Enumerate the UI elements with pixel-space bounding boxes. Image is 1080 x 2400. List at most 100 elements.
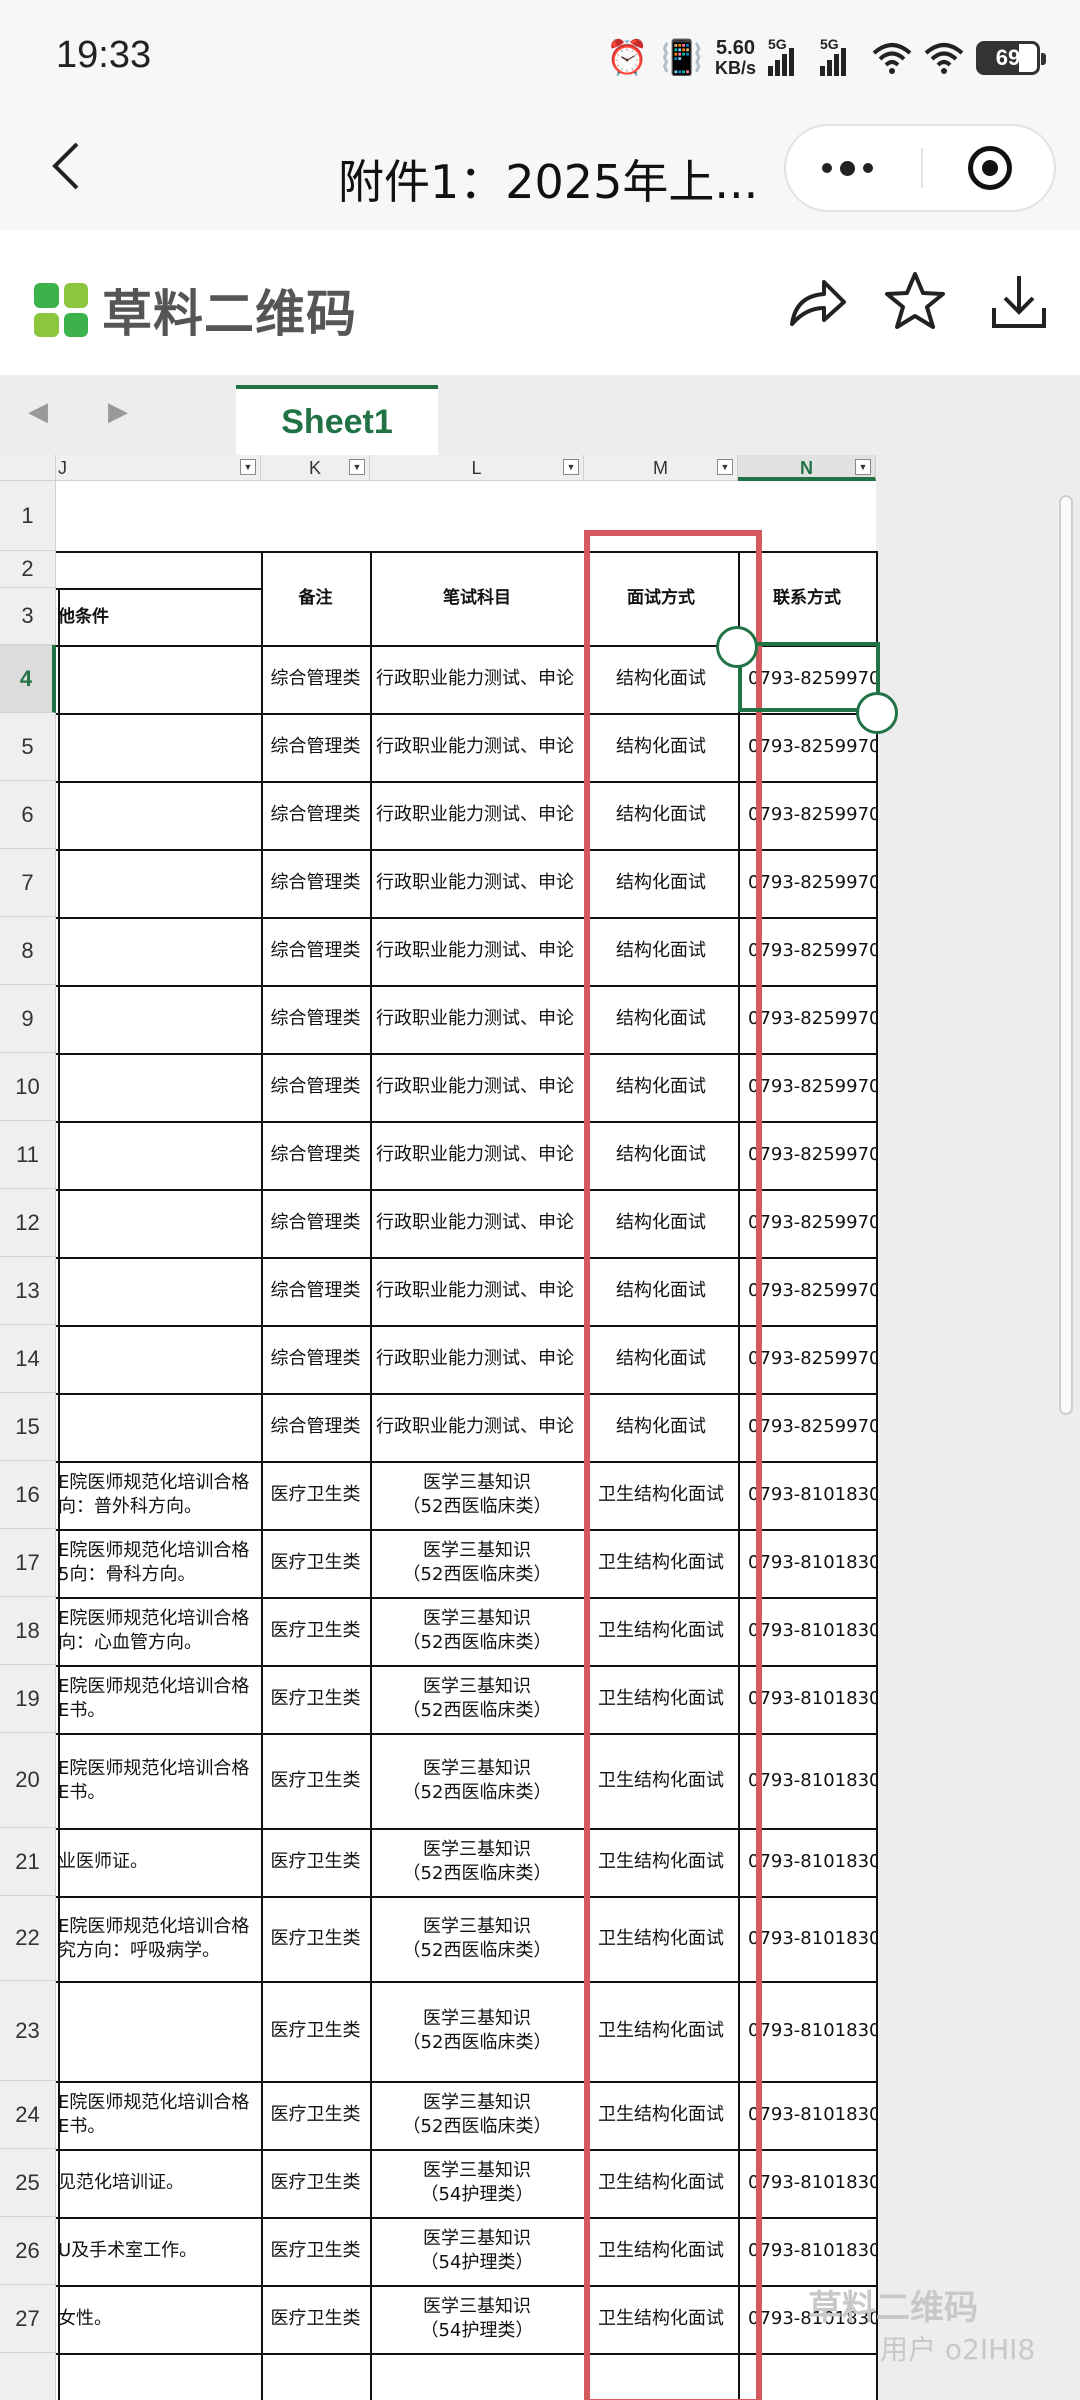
row-header[interactable]: 16 — [0, 1461, 56, 1529]
cell-j[interactable] — [56, 985, 261, 1053]
cell-k[interactable] — [261, 2353, 370, 2400]
cell-k[interactable]: 综合管理类 — [261, 985, 370, 1053]
cell-j[interactable] — [56, 1053, 261, 1121]
cell-l[interactable]: 医学三基知识 （54护理类） — [370, 2217, 584, 2285]
row-header[interactable]: 9 — [0, 985, 56, 1053]
row-header[interactable]: 24 — [0, 2081, 56, 2149]
cell-l[interactable]: 行政职业能力测试、申论 — [370, 917, 584, 985]
cell-j[interactable] — [56, 713, 261, 781]
cell-j[interactable] — [56, 1189, 261, 1257]
row-header[interactable]: 17 — [0, 1529, 56, 1597]
cell-k[interactable]: 综合管理类 — [261, 1325, 370, 1393]
cell-j[interactable] — [56, 917, 261, 985]
cell-j[interactable]: E院医师规范化培训合格 究方向：呼吸病学。 — [56, 1896, 261, 1981]
share-icon[interactable] — [784, 268, 850, 334]
cell-j[interactable] — [56, 1981, 261, 2081]
cell-l[interactable]: 医学三基知识 （52西医临床类） — [370, 2081, 584, 2149]
row-header[interactable]: 23 — [0, 1981, 56, 2081]
row-header[interactable]: 6 — [0, 781, 56, 849]
cell-k[interactable]: 医疗卫生类 — [261, 1665, 370, 1733]
select-all-corner[interactable] — [0, 455, 56, 481]
cell-l[interactable]: 行政职业能力测试、申论 — [370, 985, 584, 1053]
cell-k[interactable]: 医疗卫生类 — [261, 2081, 370, 2149]
cell-l[interactable]: 医学三基知识 （52西医临床类） — [370, 1896, 584, 1981]
cell-l[interactable]: 行政职业能力测试、申论 — [370, 1393, 584, 1461]
cell-j[interactable]: 业医师证。 — [56, 1828, 261, 1896]
cell-j[interactable] — [56, 781, 261, 849]
header-cell-k[interactable]: 备注 — [261, 551, 370, 645]
row-header[interactable] — [0, 2353, 56, 2400]
star-icon[interactable] — [882, 268, 948, 334]
tab-sheet1[interactable]: Sheet1 — [236, 385, 438, 455]
cell-k[interactable]: 综合管理类 — [261, 1189, 370, 1257]
cell-l[interactable]: 医学三基知识 （52西医临床类） — [370, 1733, 584, 1828]
row-header[interactable]: 2 — [0, 551, 56, 588]
cell-j[interactable] — [56, 1393, 261, 1461]
cell-j[interactable]: E院医师规范化培训合格 E书。 — [56, 1733, 261, 1828]
cell-k[interactable]: 医疗卫生类 — [261, 2149, 370, 2217]
cell-k[interactable]: 综合管理类 — [261, 713, 370, 781]
cell-k[interactable]: 综合管理类 — [261, 1257, 370, 1325]
row-header[interactable]: 18 — [0, 1597, 56, 1665]
row-header[interactable]: 20 — [0, 1733, 56, 1828]
row-header[interactable]: 26 — [0, 2217, 56, 2285]
row-header[interactable]: 22 — [0, 1896, 56, 1981]
row-header[interactable]: 8 — [0, 917, 56, 985]
back-button[interactable] — [36, 136, 96, 196]
cell-j[interactable]: E院医师规范化培训合格 向：心血管方向。 — [56, 1597, 261, 1665]
cell-l[interactable] — [370, 2353, 584, 2400]
cell-j[interactable]: E院医师规范化培训合格 向：普外科方向。 — [56, 1461, 261, 1529]
row-header[interactable]: 19 — [0, 1665, 56, 1733]
cell-k[interactable]: 医疗卫生类 — [261, 2217, 370, 2285]
row-header[interactable]: 10 — [0, 1053, 56, 1121]
cell-l[interactable]: 行政职业能力测试、申论 — [370, 1325, 584, 1393]
row-header[interactable]: 1 — [0, 481, 56, 551]
cell-k[interactable]: 医疗卫生类 — [261, 1828, 370, 1896]
cell-k[interactable]: 综合管理类 — [261, 645, 370, 713]
spreadsheet[interactable]: J ▼ K ▼ L ▼ M ▼ N ▼ 1 2 3 4 5 6 7 8 9 10 11 12 13 14 15 16 17 18 19… — [0, 455, 1080, 2400]
next-sheet-icon[interactable]: ▶ — [108, 397, 128, 427]
cell-j[interactable]: 见范化培训证。 — [56, 2149, 261, 2217]
cell-k[interactable]: 综合管理类 — [261, 1053, 370, 1121]
cell-k[interactable]: 医疗卫生类 — [261, 1981, 370, 2081]
cell-j[interactable]: ]；取得执业医师资格证 — [56, 2353, 261, 2400]
cell-l[interactable]: 医学三基知识 （52西医临床类） — [370, 1665, 584, 1733]
selection-handle-bottom[interactable] — [856, 692, 898, 734]
cell-j[interactable] — [56, 645, 261, 713]
cell-k[interactable]: 综合管理类 — [261, 1393, 370, 1461]
cell-l[interactable]: 行政职业能力测试、申论 — [370, 1053, 584, 1121]
cell-l[interactable]: 医学三基知识 （52西医临床类） — [370, 1461, 584, 1529]
row-header[interactable]: 11 — [0, 1121, 56, 1189]
prev-sheet-icon[interactable]: ◀ — [28, 397, 48, 427]
row-header[interactable]: 3 — [0, 588, 56, 645]
cell-k[interactable]: 医疗卫生类 — [261, 1597, 370, 1665]
cell-l[interactable]: 医学三基知识 （54护理类） — [370, 2149, 584, 2217]
row-header[interactable]: 13 — [0, 1257, 56, 1325]
row-header[interactable]: 27 — [0, 2285, 56, 2353]
cell-l[interactable]: 行政职业能力测试、申论 — [370, 781, 584, 849]
row-header[interactable]: 14 — [0, 1325, 56, 1393]
row-header[interactable]: 25 — [0, 2149, 56, 2217]
row-header[interactable]: 4 — [0, 645, 56, 713]
more-button[interactable] — [822, 126, 873, 210]
cell-l[interactable]: 行政职业能力测试、申论 — [370, 849, 584, 917]
cell-k[interactable]: 综合管理类 — [261, 917, 370, 985]
cell-k[interactable]: 医疗卫生类 — [261, 1461, 370, 1529]
cell-k[interactable]: 医疗卫生类 — [261, 2285, 370, 2353]
cell-l[interactable]: 医学三基知识 （54护理类） — [370, 2285, 584, 2353]
cell-l[interactable]: 医学三基知识 （52西医临床类） — [370, 1828, 584, 1896]
cell-j[interactable]: 女性。 — [56, 2285, 261, 2353]
cell-k[interactable]: 综合管理类 — [261, 781, 370, 849]
cell-k[interactable]: 医疗卫生类 — [261, 1529, 370, 1597]
cell-j[interactable]: E院医师规范化培训合格 E书。 — [56, 2081, 261, 2149]
cell-k[interactable]: 综合管理类 — [261, 1121, 370, 1189]
cell-j[interactable] — [56, 1121, 261, 1189]
row-header[interactable]: 12 — [0, 1189, 56, 1257]
download-icon[interactable] — [986, 268, 1052, 334]
cell-l[interactable]: 行政职业能力测试、申论 — [370, 645, 584, 713]
row-header[interactable]: 15 — [0, 1393, 56, 1461]
cell-j[interactable]: E院医师规范化培训合格 E书。 — [56, 1665, 261, 1733]
row-header[interactable]: 7 — [0, 849, 56, 917]
row-header[interactable]: 21 — [0, 1828, 56, 1896]
vertical-scrollbar[interactable] — [1059, 495, 1073, 1415]
